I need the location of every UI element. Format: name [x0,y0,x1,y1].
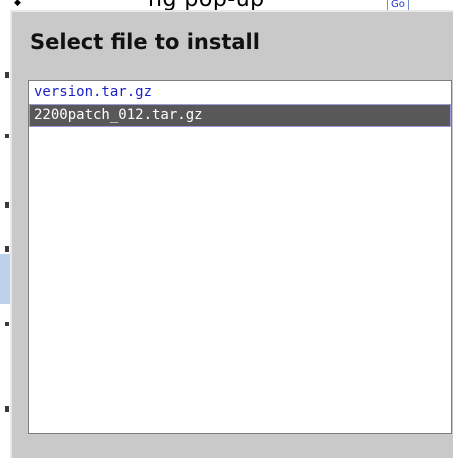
file-list[interactable]: version.tar.gz 2200patch_012.tar.gz [28,80,452,434]
dialog-title: Select file to install [30,30,260,54]
screen: ◆ ng pop-up Go Select file to install ve… [0,0,453,458]
background-left-strip [0,14,10,458]
background-mark [5,72,9,78]
dialog-footer [12,440,453,458]
background-mark [5,406,9,412]
background-mark [5,202,9,208]
background-highlight [0,254,10,304]
background-mark [5,322,9,326]
file-item-version-tar-gz[interactable]: version.tar.gz [29,81,451,104]
file-item-2200patch-012-tar-gz[interactable]: 2200patch_012.tar.gz [29,104,451,127]
background-mark [5,134,9,138]
background-arrow-icon: ◆ [14,0,21,8]
background-mark [5,246,9,252]
select-file-dialog: Select file to install version.tar.gz 22… [10,10,453,458]
